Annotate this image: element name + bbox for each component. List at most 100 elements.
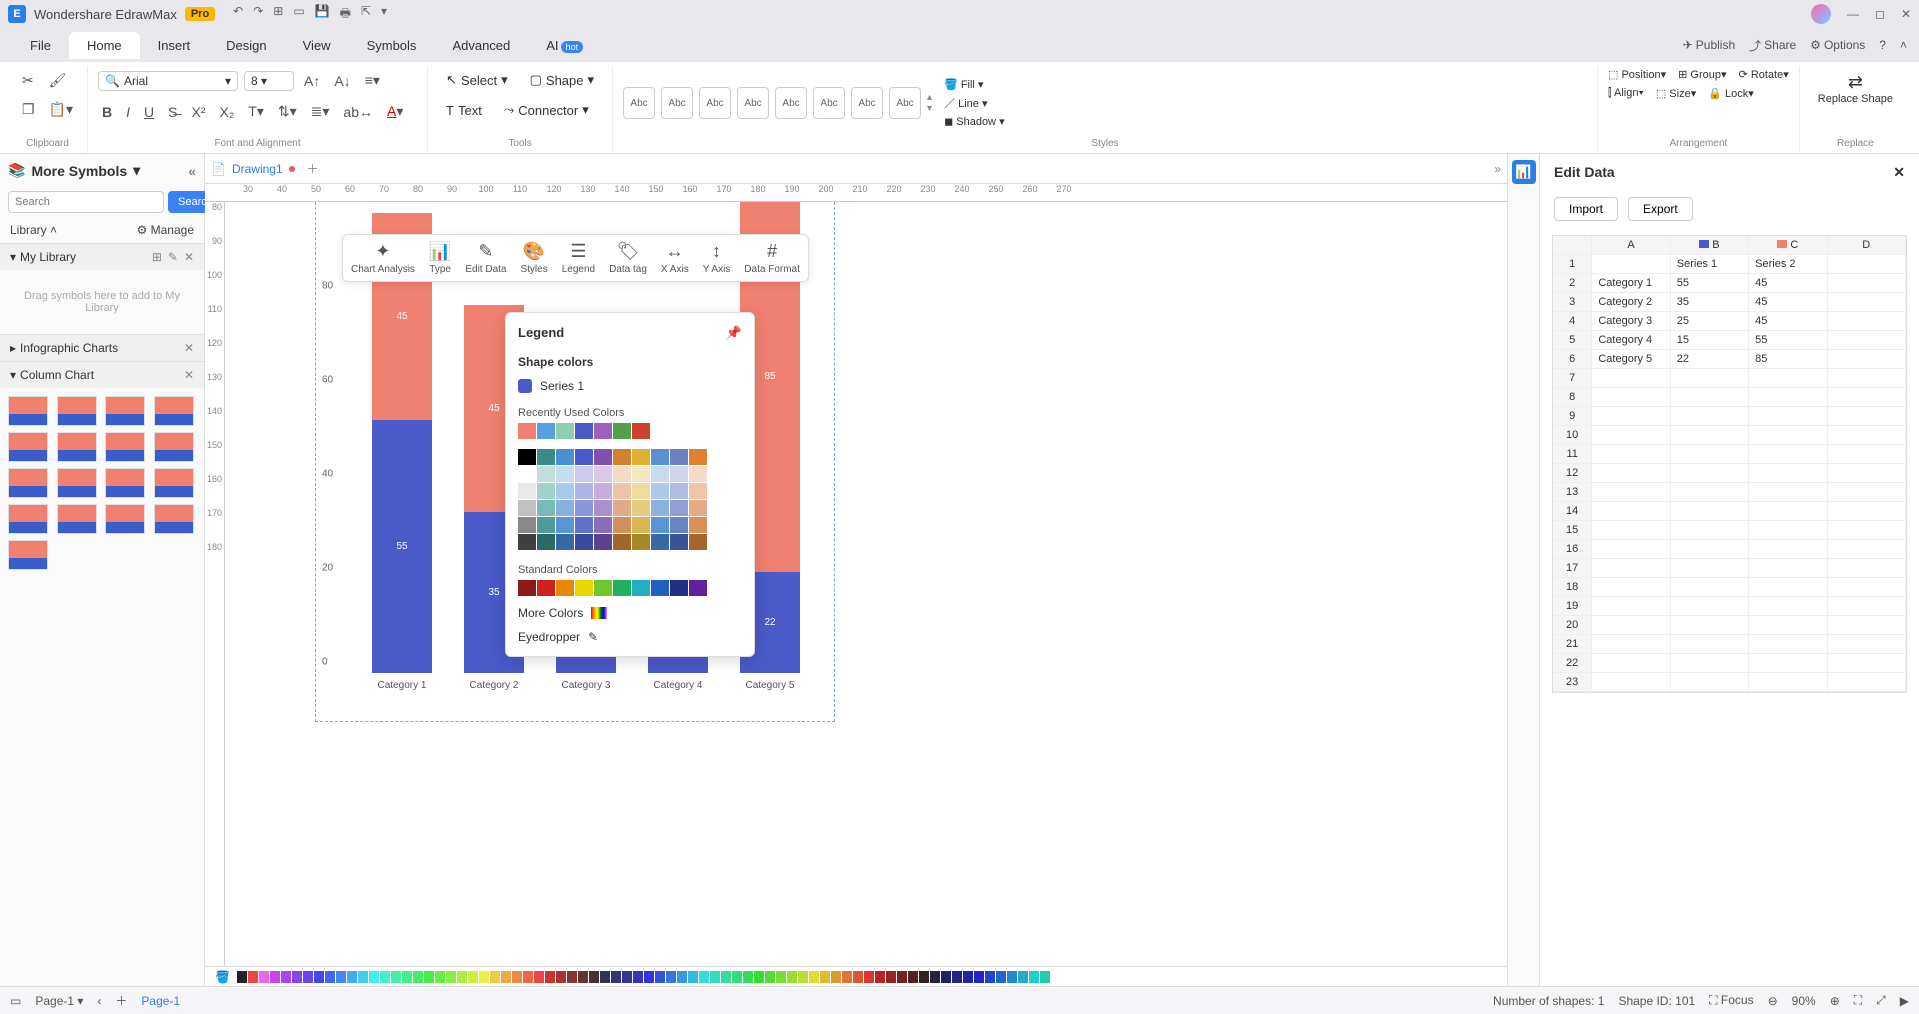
chart-thumb[interactable]: [154, 504, 194, 534]
open-icon[interactable]: ▭: [293, 4, 304, 25]
collapse-panel-icon[interactable]: «: [188, 163, 196, 179]
color-swatch[interactable]: [670, 580, 688, 596]
print-icon[interactable]: 🖶: [340, 4, 351, 25]
color-swatch[interactable]: [689, 466, 707, 482]
superscript-icon[interactable]: X²: [188, 100, 210, 124]
palette-swatch[interactable]: [875, 971, 885, 983]
menu-view[interactable]: View: [285, 32, 349, 59]
color-swatch[interactable]: [518, 534, 536, 550]
color-swatch[interactable]: [556, 466, 574, 482]
color-swatch[interactable]: [613, 580, 631, 596]
fullscreen-icon[interactable]: ⤢: [1876, 993, 1886, 1008]
color-swatch[interactable]: [575, 449, 593, 465]
style-scroll-icon[interactable]: ▴▾: [927, 92, 932, 114]
shape-tool[interactable]: ▢ Shape ▾: [522, 68, 602, 92]
copy-icon[interactable]: ❐: [18, 97, 39, 122]
font-color-icon[interactable]: A▾: [383, 99, 407, 124]
canvas[interactable]: 8090100110120130140150160170180 5545Cate…: [205, 202, 1507, 966]
paste-icon[interactable]: 📋▾: [45, 97, 77, 122]
color-swatch[interactable]: [632, 449, 650, 465]
palette-swatch[interactable]: [523, 971, 533, 983]
style-preset[interactable]: Abc: [775, 87, 807, 119]
publish-button[interactable]: ✈ Publish: [1683, 38, 1735, 52]
color-swatch[interactable]: [651, 500, 669, 516]
manage-button[interactable]: ⚙ Manage: [137, 223, 194, 237]
palette-swatch[interactable]: [336, 971, 346, 983]
color-swatch[interactable]: [518, 466, 536, 482]
more-qat-icon[interactable]: ▾: [381, 4, 387, 25]
palette-swatch[interactable]: [853, 971, 863, 983]
library-dropdown[interactable]: Library ˄: [10, 223, 57, 237]
color-swatch[interactable]: [537, 534, 555, 550]
palette-swatch[interactable]: [842, 971, 852, 983]
size-button[interactable]: ⬚ Size▾: [1656, 87, 1696, 100]
color-swatch[interactable]: [556, 580, 574, 596]
color-swatch[interactable]: [613, 534, 631, 550]
color-swatch[interactable]: [594, 534, 612, 550]
chart-tool-chart-analysis[interactable]: ✦Chart Analysis: [351, 241, 415, 275]
color-swatch[interactable]: [556, 517, 574, 533]
palette-swatch[interactable]: [710, 971, 720, 983]
menu-file[interactable]: File: [12, 32, 69, 59]
palette-swatch[interactable]: [776, 971, 786, 983]
color-swatch[interactable]: [537, 423, 555, 439]
color-swatch[interactable]: [556, 534, 574, 550]
palette-swatch[interactable]: [798, 971, 808, 983]
palette-swatch[interactable]: [380, 971, 390, 983]
color-swatch[interactable]: [689, 534, 707, 550]
color-swatch[interactable]: [556, 483, 574, 499]
palette-swatch[interactable]: [886, 971, 896, 983]
italic-icon[interactable]: I: [122, 100, 134, 124]
color-swatch[interactable]: [651, 449, 669, 465]
palette-swatch[interactable]: [897, 971, 907, 983]
color-swatch[interactable]: [518, 423, 536, 439]
palette-swatch[interactable]: [369, 971, 379, 983]
color-swatch[interactable]: [613, 449, 631, 465]
chart-thumb[interactable]: [8, 504, 48, 534]
chart-tool-type[interactable]: 📊Type: [429, 241, 451, 275]
color-swatch[interactable]: [632, 466, 650, 482]
presentation-icon[interactable]: ▶: [1900, 994, 1909, 1008]
bold-icon[interactable]: B: [98, 100, 116, 124]
page-select[interactable]: Page-1 ▾: [35, 994, 83, 1008]
palette-swatch[interactable]: [237, 971, 247, 983]
color-swatch[interactable]: [689, 580, 707, 596]
palette-swatch[interactable]: [1007, 971, 1017, 983]
color-swatch[interactable]: [594, 483, 612, 499]
color-swatch[interactable]: [689, 517, 707, 533]
color-swatch[interactable]: [575, 423, 593, 439]
close-icon[interactable]: ✕: [1901, 7, 1911, 21]
edit-lib-icon[interactable]: ✎: [168, 250, 178, 264]
avatar[interactable]: [1811, 4, 1831, 24]
color-swatch[interactable]: [575, 517, 593, 533]
format-painter-icon[interactable]: 🖌: [45, 68, 77, 93]
palette-swatch[interactable]: [1029, 971, 1039, 983]
palette-swatch[interactable]: [996, 971, 1006, 983]
chart-thumb[interactable]: [105, 396, 145, 426]
text-direction-icon[interactable]: ab↔: [339, 100, 377, 124]
menu-design[interactable]: Design: [208, 32, 284, 59]
save-icon[interactable]: 💾: [315, 4, 330, 25]
color-swatch[interactable]: [518, 500, 536, 516]
palette-swatch[interactable]: [633, 971, 643, 983]
palette-swatch[interactable]: [941, 971, 951, 983]
subscript-icon[interactable]: X₂: [216, 100, 239, 124]
color-swatch[interactable]: [537, 466, 555, 482]
font-select[interactable]: 🔍 Arial▾: [98, 71, 238, 91]
chart-thumb[interactable]: [57, 396, 97, 426]
style-preset[interactable]: Abc: [661, 87, 693, 119]
chart-thumb[interactable]: [57, 432, 97, 462]
palette-swatch[interactable]: [963, 971, 973, 983]
chart-thumb[interactable]: [154, 468, 194, 498]
rotate-button[interactable]: ⟳ Rotate▾: [1739, 68, 1789, 81]
style-preset[interactable]: Abc: [737, 87, 769, 119]
palette-swatch[interactable]: [358, 971, 368, 983]
new-tab-icon[interactable]: ＋: [307, 160, 319, 177]
palette-swatch[interactable]: [468, 971, 478, 983]
palette-swatch[interactable]: [314, 971, 324, 983]
zoom-level[interactable]: 90%: [1792, 994, 1816, 1008]
palette-swatch[interactable]: [1018, 971, 1028, 983]
add-page-icon[interactable]: ＋: [115, 992, 127, 1009]
palette-swatch[interactable]: [732, 971, 742, 983]
focus-button[interactable]: ⛶ Focus: [1709, 993, 1753, 1008]
